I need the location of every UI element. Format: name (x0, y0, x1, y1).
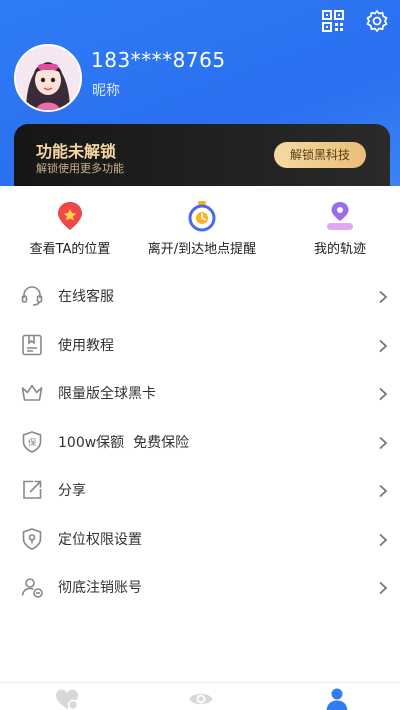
delete-account-icon (20, 575, 44, 599)
unlock-subtitle: 解锁使用更多功能 (36, 162, 124, 175)
qr-code-icon[interactable] (320, 8, 346, 34)
tutorial-book-icon (20, 333, 44, 357)
profile-header: 183****8765 昵称 功能未解锁 解锁使用更多功能 解锁黑科技 (0, 0, 400, 200)
feature-view-location[interactable]: 查看TA的位置 (0, 200, 140, 257)
header-actions (320, 8, 390, 34)
avatar[interactable] (14, 44, 82, 112)
alarm-clock-icon (186, 200, 218, 232)
feature-arrival-alert[interactable]: 离开/到达地点提醒 (132, 200, 272, 257)
menu-item-customer-service[interactable]: 在线客服 (0, 272, 400, 321)
bottom-tab-bar (0, 682, 400, 710)
location-pin-icon (54, 200, 86, 232)
svg-text:保: 保 (28, 437, 37, 448)
feature-label: 查看TA的位置 (29, 242, 111, 257)
headset-icon (20, 284, 44, 308)
menu-label: 定位权限设置 (58, 531, 142, 548)
feature-label: 离开/到达地点提醒 (147, 242, 257, 257)
menu-item-tutorial[interactable]: 使用教程 (0, 321, 400, 370)
chevron-right-icon (378, 386, 388, 401)
menu-label: 彻底注销账号 (58, 580, 142, 597)
menu-item-insurance[interactable]: 保 100w保额 免费保险 (0, 418, 400, 467)
menu-item-black-card[interactable]: 限量版全球黑卡 (0, 369, 400, 418)
menu-label: 使用教程 (58, 337, 114, 354)
unlock-button[interactable]: 解锁黑科技 (274, 142, 366, 168)
main-content: 查看TA的位置 离开/到达地点提醒 我的轨迹 在线客服 使用教程 限量版全球黑卡… (0, 186, 400, 686)
eye-icon[interactable] (188, 687, 214, 710)
nickname[interactable]: 昵称 (92, 80, 120, 100)
menu-label: 100w保额 免费保险 (58, 434, 190, 451)
menu-label: 限量版全球黑卡 (58, 386, 156, 403)
chevron-right-icon (378, 483, 388, 498)
menu-label: 分享 (58, 483, 86, 500)
insurance-shield-icon: 保 (20, 430, 44, 454)
feature-my-track[interactable]: 我的轨迹 (270, 200, 400, 257)
unlock-banner[interactable]: 功能未解锁 解锁使用更多功能 解锁黑科技 (14, 124, 390, 188)
heart-location-icon[interactable] (54, 687, 80, 710)
chevron-right-icon (378, 580, 388, 595)
track-route-icon (324, 200, 356, 232)
chevron-right-icon (378, 532, 388, 546)
person-icon[interactable] (324, 687, 350, 710)
menu-item-delete-account[interactable]: 彻底注销账号 (0, 563, 400, 612)
chevron-right-icon (378, 435, 388, 449)
menu-item-share[interactable]: 分享 (0, 466, 400, 515)
chevron-right-icon (378, 289, 388, 304)
gear-icon[interactable] (364, 8, 390, 34)
unlock-title: 功能未解锁 (36, 142, 117, 161)
chevron-right-icon (378, 338, 388, 352)
feature-label: 我的轨迹 (313, 242, 366, 257)
settings-menu: 在线客服 使用教程 限量版全球黑卡 保 100w保额 免费保险 分享 定位权限设… (0, 272, 400, 612)
phone-number: 183****8765 (91, 48, 226, 72)
crown-icon (20, 381, 44, 405)
feature-row: 查看TA的位置 离开/到达地点提醒 我的轨迹 (0, 200, 400, 270)
share-icon (20, 478, 44, 502)
menu-item-location-permission[interactable]: 定位权限设置 (0, 515, 400, 564)
location-permission-icon (20, 527, 44, 551)
menu-label: 在线客服 (58, 289, 114, 306)
